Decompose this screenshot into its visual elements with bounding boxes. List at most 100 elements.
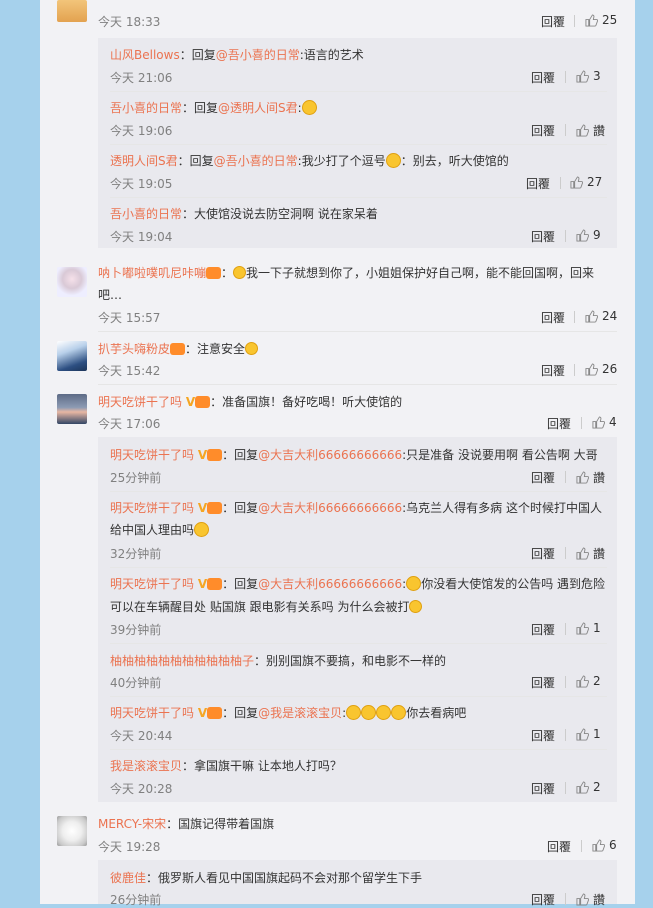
reply-text: 明天吃饼干了吗 V ：回复@我是滚滚宝贝: 你去看病吧 xyxy=(110,705,467,720)
divider xyxy=(565,71,566,83)
thumbs-up-icon xyxy=(592,415,605,429)
reply-button[interactable]: 回覆 xyxy=(531,469,555,486)
reply-button[interactable]: 回覆 xyxy=(531,69,555,86)
like-button[interactable]: 26 xyxy=(585,362,617,376)
reply-time: 40分钟前 xyxy=(110,676,162,690)
like-button[interactable]: 讚 xyxy=(576,122,605,139)
surprised-emoji-icon xyxy=(406,576,422,591)
thumbs-up-icon xyxy=(576,674,589,688)
reply-mention[interactable]: @大吉大利66666666666 xyxy=(258,501,402,515)
like-button[interactable]: 讚 xyxy=(576,469,605,486)
reply-button[interactable]: 回覆 xyxy=(531,780,555,797)
like-button[interactable]: 讚 xyxy=(576,545,605,562)
user-avatar[interactable] xyxy=(57,816,87,846)
reply-mention[interactable]: @透明人间S君 xyxy=(218,101,298,115)
reply-button[interactable]: 回覆 xyxy=(531,674,555,691)
reply-text: 明天吃饼干了吗 V ：回复@大吉大利66666666666:乌克兰人得有多病 这个… xyxy=(110,501,602,515)
reply-mention[interactable]: @吾小喜的日常 xyxy=(214,154,298,168)
reply-mention[interactable]: @大吉大利66666666666 xyxy=(258,448,402,462)
comment-author[interactable]: 呐卜嘟啦噗叽尼咔嘣 xyxy=(98,266,206,280)
like-button[interactable]: 24 xyxy=(585,309,617,323)
reply-author[interactable]: 柚柚柚柚柚柚柚柚柚柚柚子 xyxy=(110,654,254,668)
reply-author[interactable]: 山风Bellows xyxy=(110,48,180,62)
divider xyxy=(565,623,566,635)
emoji-icon xyxy=(409,600,423,613)
reply-text: 彼鹿佳：俄罗斯人看见中国国旗起码不会对那个留学生下手 xyxy=(110,871,423,885)
reply-time: 39分钟前 xyxy=(110,623,162,637)
reply-button[interactable]: 回覆 xyxy=(531,545,555,562)
reply-time: 今天 20:28 xyxy=(110,782,173,796)
user-avatar[interactable] xyxy=(57,0,87,22)
reply-author[interactable]: 吾小喜的日常 xyxy=(110,101,182,115)
reply-button[interactable]: 回覆 xyxy=(547,838,571,855)
reply-button[interactable]: 回覆 xyxy=(531,228,555,245)
surprised-emoji-icon xyxy=(361,705,377,720)
comment-text: 呐卜嘟啦噗叽尼咔嘣：我一下子就想到你了，小姐姐保护好自己啊，能不能回国啊，回来 xyxy=(98,266,595,280)
like-button[interactable]: 1 xyxy=(576,727,601,741)
like-button[interactable]: 3 xyxy=(576,69,601,83)
surprised-emoji-icon xyxy=(376,705,392,720)
reply-author[interactable]: 明天吃饼干了吗 xyxy=(110,501,194,515)
reply-mention[interactable]: @大吉大利66666666666 xyxy=(258,577,402,591)
reply-button[interactable]: 回覆 xyxy=(541,13,565,30)
flexed-biceps-icon xyxy=(245,342,259,355)
reply-time: 今天 21:06 xyxy=(110,71,173,85)
like-count: 2 xyxy=(593,674,601,688)
divider xyxy=(98,384,617,385)
reply-author[interactable]: 明天吃饼干了吗 xyxy=(110,706,194,720)
like-button[interactable]: 2 xyxy=(576,780,601,794)
verified-v-icon: V xyxy=(197,577,208,591)
like-button[interactable]: 9 xyxy=(576,228,601,242)
divider xyxy=(110,696,607,697)
reply-author[interactable]: 我是滚滚宝贝 xyxy=(110,759,182,773)
like-button[interactable]: 4 xyxy=(592,415,617,429)
reply-author[interactable]: 透明人间S君 xyxy=(110,154,178,168)
user-avatar[interactable] xyxy=(57,394,87,424)
like-count: 27 xyxy=(587,175,603,189)
reply-author[interactable]: 明天吃饼干了吗 xyxy=(110,448,194,462)
reply-mention[interactable]: @我是滚滚宝贝 xyxy=(258,706,342,720)
like-button[interactable]: 6 xyxy=(592,838,617,852)
thumbs-up-icon xyxy=(576,124,589,137)
surprised-emoji-icon xyxy=(391,705,407,720)
comment-author[interactable]: MERCY-宋宋 xyxy=(98,817,166,831)
vip-badge-icon xyxy=(195,395,211,408)
reply-text: 明天吃饼干了吗 V ：回复@大吉大利66666666666:只是准备 没说要用啊 … xyxy=(110,448,598,462)
divider xyxy=(110,144,607,145)
divider xyxy=(565,676,566,688)
divider xyxy=(110,643,607,644)
divider xyxy=(560,177,561,189)
reply-button[interactable]: 回覆 xyxy=(531,621,555,638)
reply-author[interactable]: 明天吃饼干了吗 xyxy=(110,577,194,591)
vip-badge-icon xyxy=(207,448,223,461)
like-count: 26 xyxy=(602,362,618,376)
reply-text: 山风Bellows：回复@吾小喜的日常:语言的艺术 xyxy=(110,48,364,62)
reply-button[interactable]: 回覆 xyxy=(531,727,555,744)
reply-mention[interactable]: @吾小喜的日常 xyxy=(216,48,300,62)
like-count: 讚 xyxy=(593,124,606,138)
reply-button[interactable]: 回覆 xyxy=(526,175,550,192)
comment-author[interactable]: 明天吃饼干了吗 xyxy=(98,395,182,409)
reply-button[interactable]: 回覆 xyxy=(541,309,565,326)
like-button[interactable]: 讚 xyxy=(576,891,605,908)
user-avatar[interactable] xyxy=(57,341,87,371)
like-button[interactable]: 1 xyxy=(576,621,601,635)
user-avatar[interactable] xyxy=(57,267,87,297)
reply-button[interactable]: 回覆 xyxy=(547,415,571,432)
like-button[interactable]: 27 xyxy=(570,175,602,189)
surprised-emoji-icon xyxy=(346,705,362,720)
divider xyxy=(574,364,575,376)
reply-button[interactable]: 回覆 xyxy=(531,891,555,908)
like-button[interactable]: 2 xyxy=(576,674,601,688)
reply-author[interactable]: 吾小喜的日常 xyxy=(110,207,182,221)
reply-author[interactable]: 彼鹿佳 xyxy=(110,871,146,885)
like-button[interactable]: 25 xyxy=(585,13,617,27)
comment-time: 今天 15:57 xyxy=(98,311,161,325)
thumbs-up-icon xyxy=(576,727,589,741)
comment-time: 今天 15:42 xyxy=(98,364,161,378)
comment-author[interactable]: 扒芋头嗨粉皮 xyxy=(98,342,170,356)
reply-button[interactable]: 回覆 xyxy=(541,362,565,379)
reply-button[interactable]: 回覆 xyxy=(531,122,555,139)
reply-text-line2: 给中国人理由吗 xyxy=(110,521,210,538)
like-count: 1 xyxy=(593,621,601,635)
